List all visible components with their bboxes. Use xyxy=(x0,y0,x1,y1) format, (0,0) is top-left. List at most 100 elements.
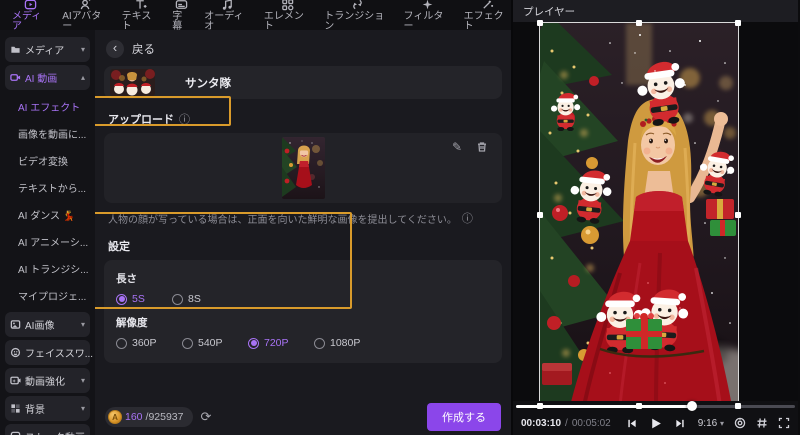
settings-section-header: 設定 xyxy=(108,238,502,254)
radio-label: 8S xyxy=(188,293,201,305)
sidebar-item-video-convert[interactable]: ビデオ変換 xyxy=(0,147,95,174)
back-row: ‹ 戻る xyxy=(106,40,502,58)
credits-badge[interactable]: A 160 /925937 xyxy=(105,407,193,427)
player-header: プレイヤー xyxy=(513,0,798,22)
selection-handle[interactable] xyxy=(735,211,741,218)
template-card[interactable]: サンタ隊 xyxy=(104,66,502,99)
settings-title: 設定 xyxy=(108,241,130,253)
radio-540p[interactable]: 540P xyxy=(182,337,248,349)
sidebar-item-video-enhance[interactable]: 動画強化 ▾ xyxy=(5,368,90,393)
tab-transitions[interactable]: トランジション xyxy=(324,0,390,32)
sidebar-item-ai-animation[interactable]: AI アニメーシ... xyxy=(0,228,95,255)
transport-controls xyxy=(626,417,685,430)
fullscreen-icon[interactable] xyxy=(778,417,790,429)
sidebar-item-label: マイプロジェ... xyxy=(18,292,87,303)
selection-handle[interactable] xyxy=(636,403,642,409)
radio-720p[interactable]: 720P xyxy=(248,337,314,349)
template-thumbnail xyxy=(110,69,155,96)
sidebar-item-text-to[interactable]: テキストから... xyxy=(0,174,95,201)
tab-text[interactable]: テキスト xyxy=(122,0,160,32)
bottom-bar: A 160 /925937 ⟳ 作成する xyxy=(95,399,511,435)
radio-360p[interactable]: 360P xyxy=(116,337,182,349)
selection-handle[interactable] xyxy=(735,20,741,26)
tab-label: フィルター xyxy=(403,11,444,32)
sidebar-item-background[interactable]: 背景 ▾ xyxy=(5,396,90,421)
radio-1080p[interactable]: 1080P xyxy=(314,337,360,349)
image-icon xyxy=(10,320,21,329)
radio-8s[interactable]: 8S xyxy=(172,293,201,305)
sidebar-item-label: メディア xyxy=(25,46,65,57)
top-toolbar: メディア AIアバター テキスト 字幕 オーディオ エレメント トランジション … xyxy=(0,0,511,32)
tab-effects[interactable]: エフェクト xyxy=(464,0,511,32)
radio-dot xyxy=(314,337,325,349)
resolution-options: 360P 540P 720P 1080P xyxy=(116,337,490,349)
length-options: 5S 8S xyxy=(116,293,490,305)
video-scene xyxy=(506,13,775,418)
credits-total: /925937 xyxy=(145,411,184,423)
seek-bar[interactable] xyxy=(513,401,798,411)
upload-hint: 人物の顔が写っている場合は、正面を向いた鮮明な画像を提出してください。 ⓘ xyxy=(108,210,502,226)
selection-handle[interactable] xyxy=(537,211,543,218)
playhead-knob[interactable] xyxy=(686,401,697,411)
tab-ai-avatar[interactable]: AIアバター xyxy=(62,0,108,32)
info-icon[interactable]: ⓘ xyxy=(179,111,190,127)
aspect-ratio-dropdown[interactable]: 9:16 ▾ xyxy=(698,418,724,429)
tab-label: エフェクト xyxy=(463,11,504,32)
sidebar-item-ai-transition[interactable]: AI トランジシ... xyxy=(0,255,95,282)
selection-handle[interactable] xyxy=(537,20,543,26)
back-label: 戻る xyxy=(132,44,155,56)
refresh-icon[interactable]: ⟳ xyxy=(201,409,212,425)
credits-used: 160 xyxy=(125,411,143,423)
tab-audio[interactable]: オーディオ xyxy=(204,0,251,32)
sidebar-item-label: AI ダンス 💃 xyxy=(18,211,76,222)
selection-handle[interactable] xyxy=(636,20,642,26)
settings-panel: 長さ 5S 8S 解像度 360P 540P 720P 1080P xyxy=(104,260,502,363)
play-button[interactable] xyxy=(649,417,662,430)
avatar-icon xyxy=(80,0,91,10)
tab-label: トランジション xyxy=(324,11,385,32)
sidebar-item-face-swap[interactable]: フェイススワ... ▾ xyxy=(5,340,93,365)
info-icon[interactable]: ⓘ xyxy=(462,210,473,226)
elements-icon xyxy=(282,0,294,11)
sidebar-item-ai-effects[interactable]: AI エフェクト xyxy=(0,93,95,120)
app-window: メディア AIアバター テキスト 字幕 オーディオ エレメント トランジション … xyxy=(0,0,800,435)
sidebar-item-stock-video[interactable]: ストック動画 xyxy=(5,424,90,435)
grid-icon[interactable] xyxy=(756,417,768,429)
video-preview[interactable] xyxy=(506,13,775,418)
radio-dot xyxy=(116,337,127,349)
chevron-up-icon: ▴ xyxy=(80,73,85,82)
sidebar-item-ai-video[interactable]: AI 動画 ▴ xyxy=(5,65,90,90)
snapshot-icon[interactable] xyxy=(734,417,746,429)
sidebar-item-label: 動画強化 xyxy=(25,377,65,388)
upload-panel[interactable]: ✎ xyxy=(104,133,502,203)
filters-icon xyxy=(422,0,432,10)
tab-label: オーディオ xyxy=(204,11,244,32)
sidebar-item-label: 画像を動画に... xyxy=(18,130,87,141)
selection-handle[interactable] xyxy=(537,403,543,409)
template-name: サンタ隊 xyxy=(185,77,231,90)
sidebar-item-ai-dance[interactable]: AI ダンス 💃 xyxy=(0,201,95,228)
player-title: プレイヤー xyxy=(523,5,576,18)
edit-icon[interactable]: ✎ xyxy=(452,141,462,155)
sidebar-item-media[interactable]: メディア ▾ xyxy=(5,37,90,62)
back-button[interactable]: ‹ xyxy=(106,40,124,58)
next-frame-button[interactable] xyxy=(674,418,685,429)
sidebar-item-label: ストック動画 xyxy=(25,429,85,435)
sidebar-item-label: AI エフェクト xyxy=(18,103,81,114)
sidebar-item-my-projects[interactable]: マイプロジェ... xyxy=(0,282,95,309)
player-stage xyxy=(506,13,798,418)
video-enhance-icon xyxy=(10,376,21,385)
create-button[interactable]: 作成する xyxy=(427,403,501,431)
radio-dot xyxy=(172,293,183,305)
tab-filters[interactable]: フィルター xyxy=(404,0,451,32)
radio-5s[interactable]: 5S xyxy=(116,293,172,305)
sidebar-item-image-to-video[interactable]: 画像を動画に... xyxy=(0,120,95,147)
tab-elements[interactable]: エレメント xyxy=(264,0,311,32)
sidebar-item-ai-image[interactable]: AI画像 ▾ xyxy=(5,312,90,337)
tab-subtitles[interactable]: 字幕 xyxy=(172,0,191,32)
tab-media[interactable]: メディア xyxy=(12,0,49,32)
previous-frame-button[interactable] xyxy=(626,418,637,429)
delete-icon[interactable] xyxy=(476,141,488,155)
radio-dot xyxy=(248,337,259,349)
selection-handle[interactable] xyxy=(735,403,741,409)
